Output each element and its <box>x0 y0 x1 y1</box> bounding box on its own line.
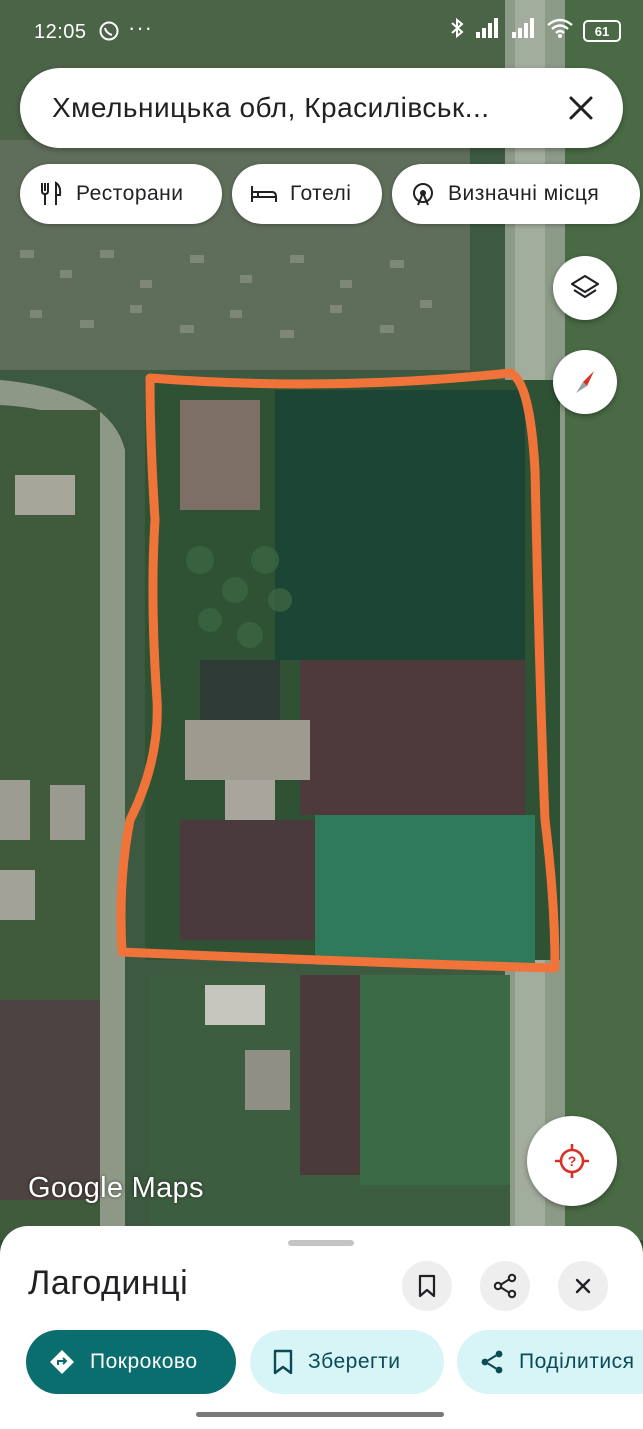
chip-hotels[interactable]: Готелі <box>232 164 382 224</box>
bookmark-icon <box>418 1274 436 1298</box>
bookmark-icon <box>273 1349 293 1375</box>
layers-icon <box>570 274 600 299</box>
chip-label: Визначні місця <box>448 182 600 205</box>
status-icons: 61 <box>449 17 621 45</box>
signal-icon <box>511 18 537 44</box>
svg-text:?: ? <box>568 1153 577 1169</box>
search-bar[interactable]: Хмельницька обл, Красилівськ... <box>20 68 623 148</box>
bed-icon <box>251 186 277 202</box>
whatsapp-icon <box>98 20 120 42</box>
my-location-button[interactable]: ? <box>527 1116 617 1206</box>
share-icon <box>493 1273 517 1299</box>
chip-landmarks[interactable]: Визначні місця <box>392 164 640 224</box>
chip-label: Готелі <box>290 182 352 205</box>
compass-icon <box>576 371 594 393</box>
map-watermark: Google Maps <box>28 1172 204 1204</box>
close-icon <box>575 1278 591 1294</box>
layers-button[interactable] <box>553 256 617 320</box>
fork-knife-icon <box>41 181 62 205</box>
drag-handle[interactable] <box>288 1240 354 1246</box>
share-icon-button[interactable] <box>480 1261 530 1311</box>
save-button[interactable]: Зберегти <box>250 1330 444 1394</box>
compass-button[interactable] <box>553 350 617 414</box>
place-title: Лагодинці <box>28 1264 189 1302</box>
save-icon-button[interactable] <box>402 1261 452 1311</box>
landmark-icon <box>413 183 433 206</box>
battery-icon: 61 <box>583 20 621 42</box>
share-label: Поділитися <box>519 1350 635 1373</box>
close-sheet-button[interactable] <box>558 1261 608 1311</box>
close-icon[interactable] <box>561 88 601 128</box>
share-button[interactable]: Поділитися <box>457 1330 643 1394</box>
wifi-icon <box>547 18 573 44</box>
place-bottom-sheet[interactable]: Лагодинці Покроково Зберегти Поділитися <box>0 1226 643 1429</box>
chip-restaurants[interactable]: Ресторани <box>20 164 222 224</box>
my-location-icon: ? <box>555 1144 589 1178</box>
directions-label: Покроково <box>90 1350 198 1373</box>
save-label: Зберегти <box>308 1350 401 1373</box>
bluetooth-icon <box>449 17 465 45</box>
chip-label: Ресторани <box>76 182 184 205</box>
status-time: 12:05 <box>34 21 87 43</box>
directions-button[interactable]: Покроково <box>26 1330 236 1394</box>
search-query[interactable]: Хмельницька обл, Красилівськ... <box>52 92 490 124</box>
more-notifications: ··· <box>128 15 153 40</box>
gesture-nav-bar[interactable] <box>196 1412 444 1417</box>
status-bar: 12:05 ··· 61 <box>0 0 643 64</box>
signal-icon <box>475 18 501 44</box>
directions-icon <box>50 1350 74 1374</box>
share-icon <box>481 1350 503 1374</box>
